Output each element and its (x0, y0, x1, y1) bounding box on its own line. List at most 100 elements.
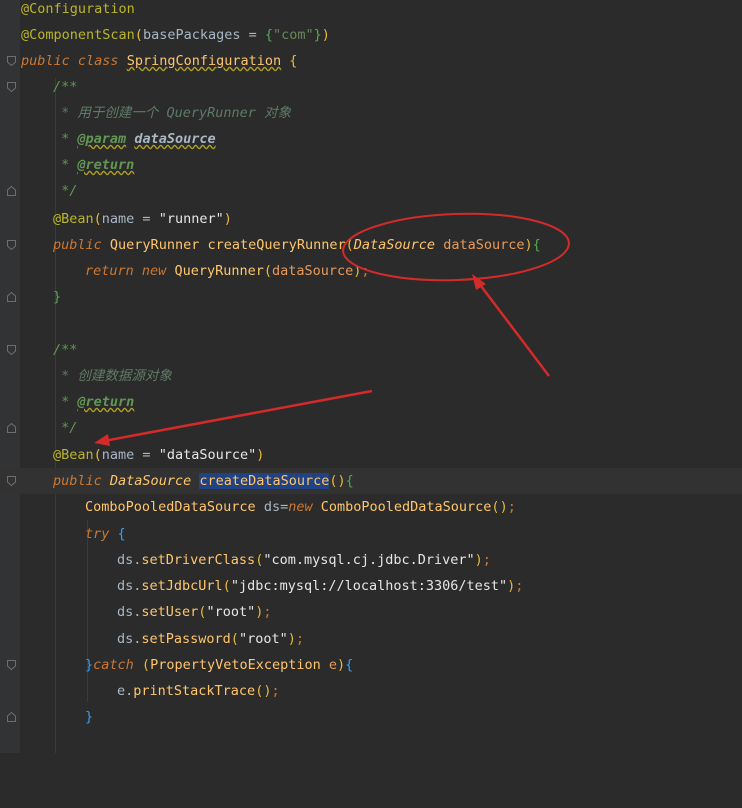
fold-icon[interactable] (7, 345, 16, 355)
string-token: "com" (273, 27, 314, 43)
fold-icon[interactable] (7, 82, 16, 92)
code-line[interactable]: }catch (PropertyVetoException e){ (0, 652, 742, 678)
brace: } (85, 657, 94, 673)
code-line[interactable]: @Bean(name = "dataSource") (0, 442, 742, 488)
keyword-token: return (85, 263, 134, 279)
class-name-token: QueryRunner (174, 263, 264, 279)
argument-token: dataSource (272, 263, 354, 279)
paren: ( (230, 631, 239, 647)
annotation-token: @ComponentScan (21, 27, 135, 43)
code-line[interactable]: * @return (0, 389, 742, 415)
code-line[interactable]: public class SpringConfiguration { (0, 48, 742, 74)
keyword-token: public (53, 237, 102, 253)
code-line[interactable]: * @return (0, 152, 742, 178)
doc-comment-token: * 用于创建一个 QueryRunner 对象 (53, 105, 292, 121)
method-name-token: createQueryRunner (207, 237, 346, 253)
brace: } (53, 289, 62, 305)
paren: ( (263, 263, 272, 279)
fold-icon[interactable] (7, 292, 16, 302)
doc-comment-token: * (53, 131, 78, 147)
code-line[interactable]: e.printStackTrace(); (0, 678, 742, 704)
annotation-token: @Configuration (21, 1, 135, 17)
code-line[interactable]: * 用于创建一个 QueryRunner 对象 (0, 100, 742, 126)
brace: } (313, 27, 322, 43)
code-line[interactable]: * @param dataSource (0, 126, 742, 152)
semicolon: ; (361, 263, 370, 279)
doc-comment-token: * (53, 157, 78, 173)
code-line[interactable]: return new QueryRunner(dataSource); (0, 258, 742, 284)
code-line[interactable]: @Bean(name = "runner") (0, 206, 742, 232)
object-token: ds. (117, 552, 142, 568)
fold-icon[interactable] (7, 712, 16, 722)
keyword-token: catch (93, 657, 134, 673)
code-line[interactable]: ds.setJdbcUrl("jdbc:mysql://localhost:33… (0, 573, 742, 599)
semicolon: ; (515, 578, 524, 594)
code-editor[interactable]: @Configuration @ComponentScan(basePackag… (0, 0, 742, 753)
string-token: "dataSource" (158, 447, 257, 463)
semicolon: ; (507, 499, 516, 515)
method-call-token: setJdbcUrl (141, 578, 223, 594)
fold-icon[interactable] (7, 660, 16, 670)
doc-tag-token: @param (77, 131, 127, 147)
doc-comment-token: /** (53, 342, 78, 358)
lightbulb-icon[interactable] (29, 446, 94, 488)
code-line[interactable]: ds.setUser("root"); (0, 599, 742, 625)
object-token: ds. (117, 631, 142, 647)
annotation-token: @Bean (53, 211, 94, 227)
paren: ) (474, 552, 483, 568)
semicolon: ; (271, 683, 280, 699)
class-name-token: ComboPooledDataSource (85, 499, 256, 515)
object-token: ds. (117, 578, 142, 594)
paren: ( (93, 211, 102, 227)
code-line[interactable]: public QueryRunner createQueryRunner(Dat… (0, 232, 742, 258)
code-line[interactable]: */ (0, 415, 742, 441)
code-line-current[interactable]: public DataSource createDataSource(){ (0, 468, 742, 494)
argument-token: basePackages = (142, 27, 265, 43)
doc-comment-token: * (53, 394, 78, 410)
string-token: "runner" (158, 211, 224, 227)
paren: ( (141, 657, 151, 673)
class-name-token: DataSource (109, 473, 192, 489)
code-line[interactable]: ComboPooledDataSource ds=new ComboPooled… (0, 494, 742, 520)
brace: { (117, 526, 126, 542)
keyword-token: new (141, 263, 167, 279)
brace: { (289, 53, 298, 69)
fold-icon[interactable] (7, 240, 16, 250)
paren: ( (93, 447, 102, 463)
code-line[interactable]: ds.setDriverClass("com.mysql.cj.jdbc.Dri… (0, 547, 742, 573)
code-line[interactable]: * 创建数据源对象 (0, 363, 742, 389)
code-line[interactable]: try { (0, 521, 742, 547)
paren: ( (345, 237, 354, 253)
code-line[interactable]: */ (0, 178, 742, 204)
string-token: "root" (206, 604, 256, 620)
code-line[interactable]: /** (0, 337, 742, 363)
code-line[interactable]: } (0, 284, 742, 310)
argument-token: name = (101, 447, 159, 463)
class-name-token: DataSource (353, 237, 436, 253)
string-token: "root" (238, 631, 288, 647)
fold-icon[interactable] (7, 56, 16, 66)
code-line[interactable]: ds.setPassword("root"); (0, 626, 742, 652)
object-token: ds. (117, 604, 142, 620)
code-line[interactable]: @Configuration (0, 0, 742, 22)
method-call-token: setDriverClass (141, 552, 256, 568)
doc-comment-token: */ (53, 420, 78, 436)
code-line[interactable]: @ComponentScan(basePackages = {"com"}) (0, 22, 742, 48)
keyword-token: class (77, 53, 119, 69)
paren: ( (329, 473, 338, 489)
parameter-token: dataSource (443, 237, 525, 253)
code-line[interactable]: /** (0, 74, 742, 100)
doc-comment-token: /** (53, 79, 78, 95)
fold-icon[interactable] (7, 423, 16, 433)
object-token: e. (117, 683, 134, 699)
doc-comment-token: * 创建数据源对象 (53, 368, 172, 384)
class-name-token: ComboPooledDataSource (320, 499, 492, 515)
brace: { (345, 473, 354, 489)
keyword-token: public (53, 473, 102, 489)
paren: ( (222, 578, 231, 594)
fold-icon[interactable] (7, 186, 16, 196)
code-line[interactable]: } (0, 704, 742, 730)
fold-icon[interactable] (7, 476, 16, 486)
paren: ( (134, 27, 143, 43)
brace: { (264, 27, 273, 43)
